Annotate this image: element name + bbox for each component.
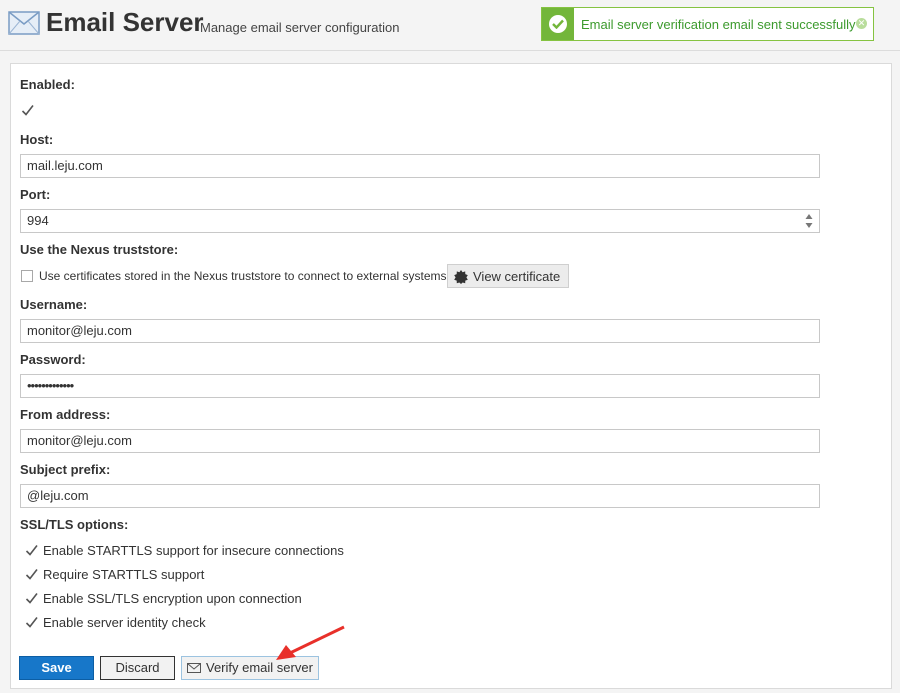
username-input[interactable]: monitor@leju.com <box>20 319 820 343</box>
password-input[interactable]: ••••••••••••• <box>20 374 820 398</box>
identity-check-option-label: Enable server identity check <box>43 615 206 630</box>
from-address-input[interactable]: monitor@leju.com <box>20 429 820 453</box>
password-label: Password: <box>20 352 86 367</box>
ssl-tls-checkbox[interactable] <box>25 592 38 605</box>
envelope-icon <box>187 663 201 673</box>
password-value: ••••••••••••• <box>27 378 74 393</box>
spinner-arrows-icon[interactable] <box>805 213 813 229</box>
host-label: Host: <box>20 132 54 147</box>
port-value: 994 <box>27 213 49 228</box>
username-value: monitor@leju.com <box>27 323 132 338</box>
certificate-seal-icon <box>454 270 468 284</box>
enabled-label: Enabled: <box>20 77 75 92</box>
annotation-arrow-icon <box>276 625 345 660</box>
require-starttls-checkbox[interactable] <box>25 568 38 581</box>
close-icon[interactable]: ✕ <box>856 18 867 29</box>
subject-prefix-label: Subject prefix: <box>20 462 111 477</box>
require-starttls-option-label: Require STARTTLS support <box>43 567 205 582</box>
success-toast: Email server verification email sent suc… <box>541 7 874 41</box>
port-label: Port: <box>20 187 51 202</box>
enabled-checkbox[interactable] <box>21 104 34 117</box>
subject-prefix-input[interactable]: @leju.com <box>20 484 820 508</box>
username-label: Username: <box>20 297 88 312</box>
port-input[interactable]: 994 <box>20 209 820 233</box>
check-circle-icon <box>549 15 567 33</box>
starttls-option-label: Enable STARTTLS support for insecure con… <box>43 543 344 558</box>
ssl-tls-option-label: Enable SSL/TLS encryption upon connectio… <box>43 591 302 606</box>
starttls-checkbox[interactable] <box>25 544 38 557</box>
view-certificate-button[interactable]: View certificate <box>447 264 569 288</box>
view-certificate-label: View certificate <box>473 269 561 284</box>
from-address-label: From address: <box>20 407 111 422</box>
discard-button[interactable]: Discard <box>100 656 175 680</box>
page-title: Email Server <box>46 7 204 37</box>
host-input[interactable]: mail.leju.com <box>20 154 820 178</box>
truststore-checkbox[interactable] <box>21 270 33 282</box>
page-subtitle: Manage email server configuration <box>200 20 400 35</box>
truststore-label: Use the Nexus truststore: <box>20 242 179 257</box>
subject-prefix-value: @leju.com <box>27 488 89 503</box>
save-button[interactable]: Save <box>19 656 94 680</box>
envelope-icon <box>8 11 40 35</box>
from-address-value: monitor@leju.com <box>27 433 132 448</box>
identity-check-checkbox[interactable] <box>25 616 38 629</box>
ssl-tls-label: SSL/TLS options: <box>20 517 129 532</box>
toast-status-bar <box>542 8 574 40</box>
host-value: mail.leju.com <box>27 158 103 173</box>
toast-message: Email server verification email sent suc… <box>581 17 856 32</box>
truststore-checkbox-text: Use certificates stored in the Nexus tru… <box>39 269 447 283</box>
